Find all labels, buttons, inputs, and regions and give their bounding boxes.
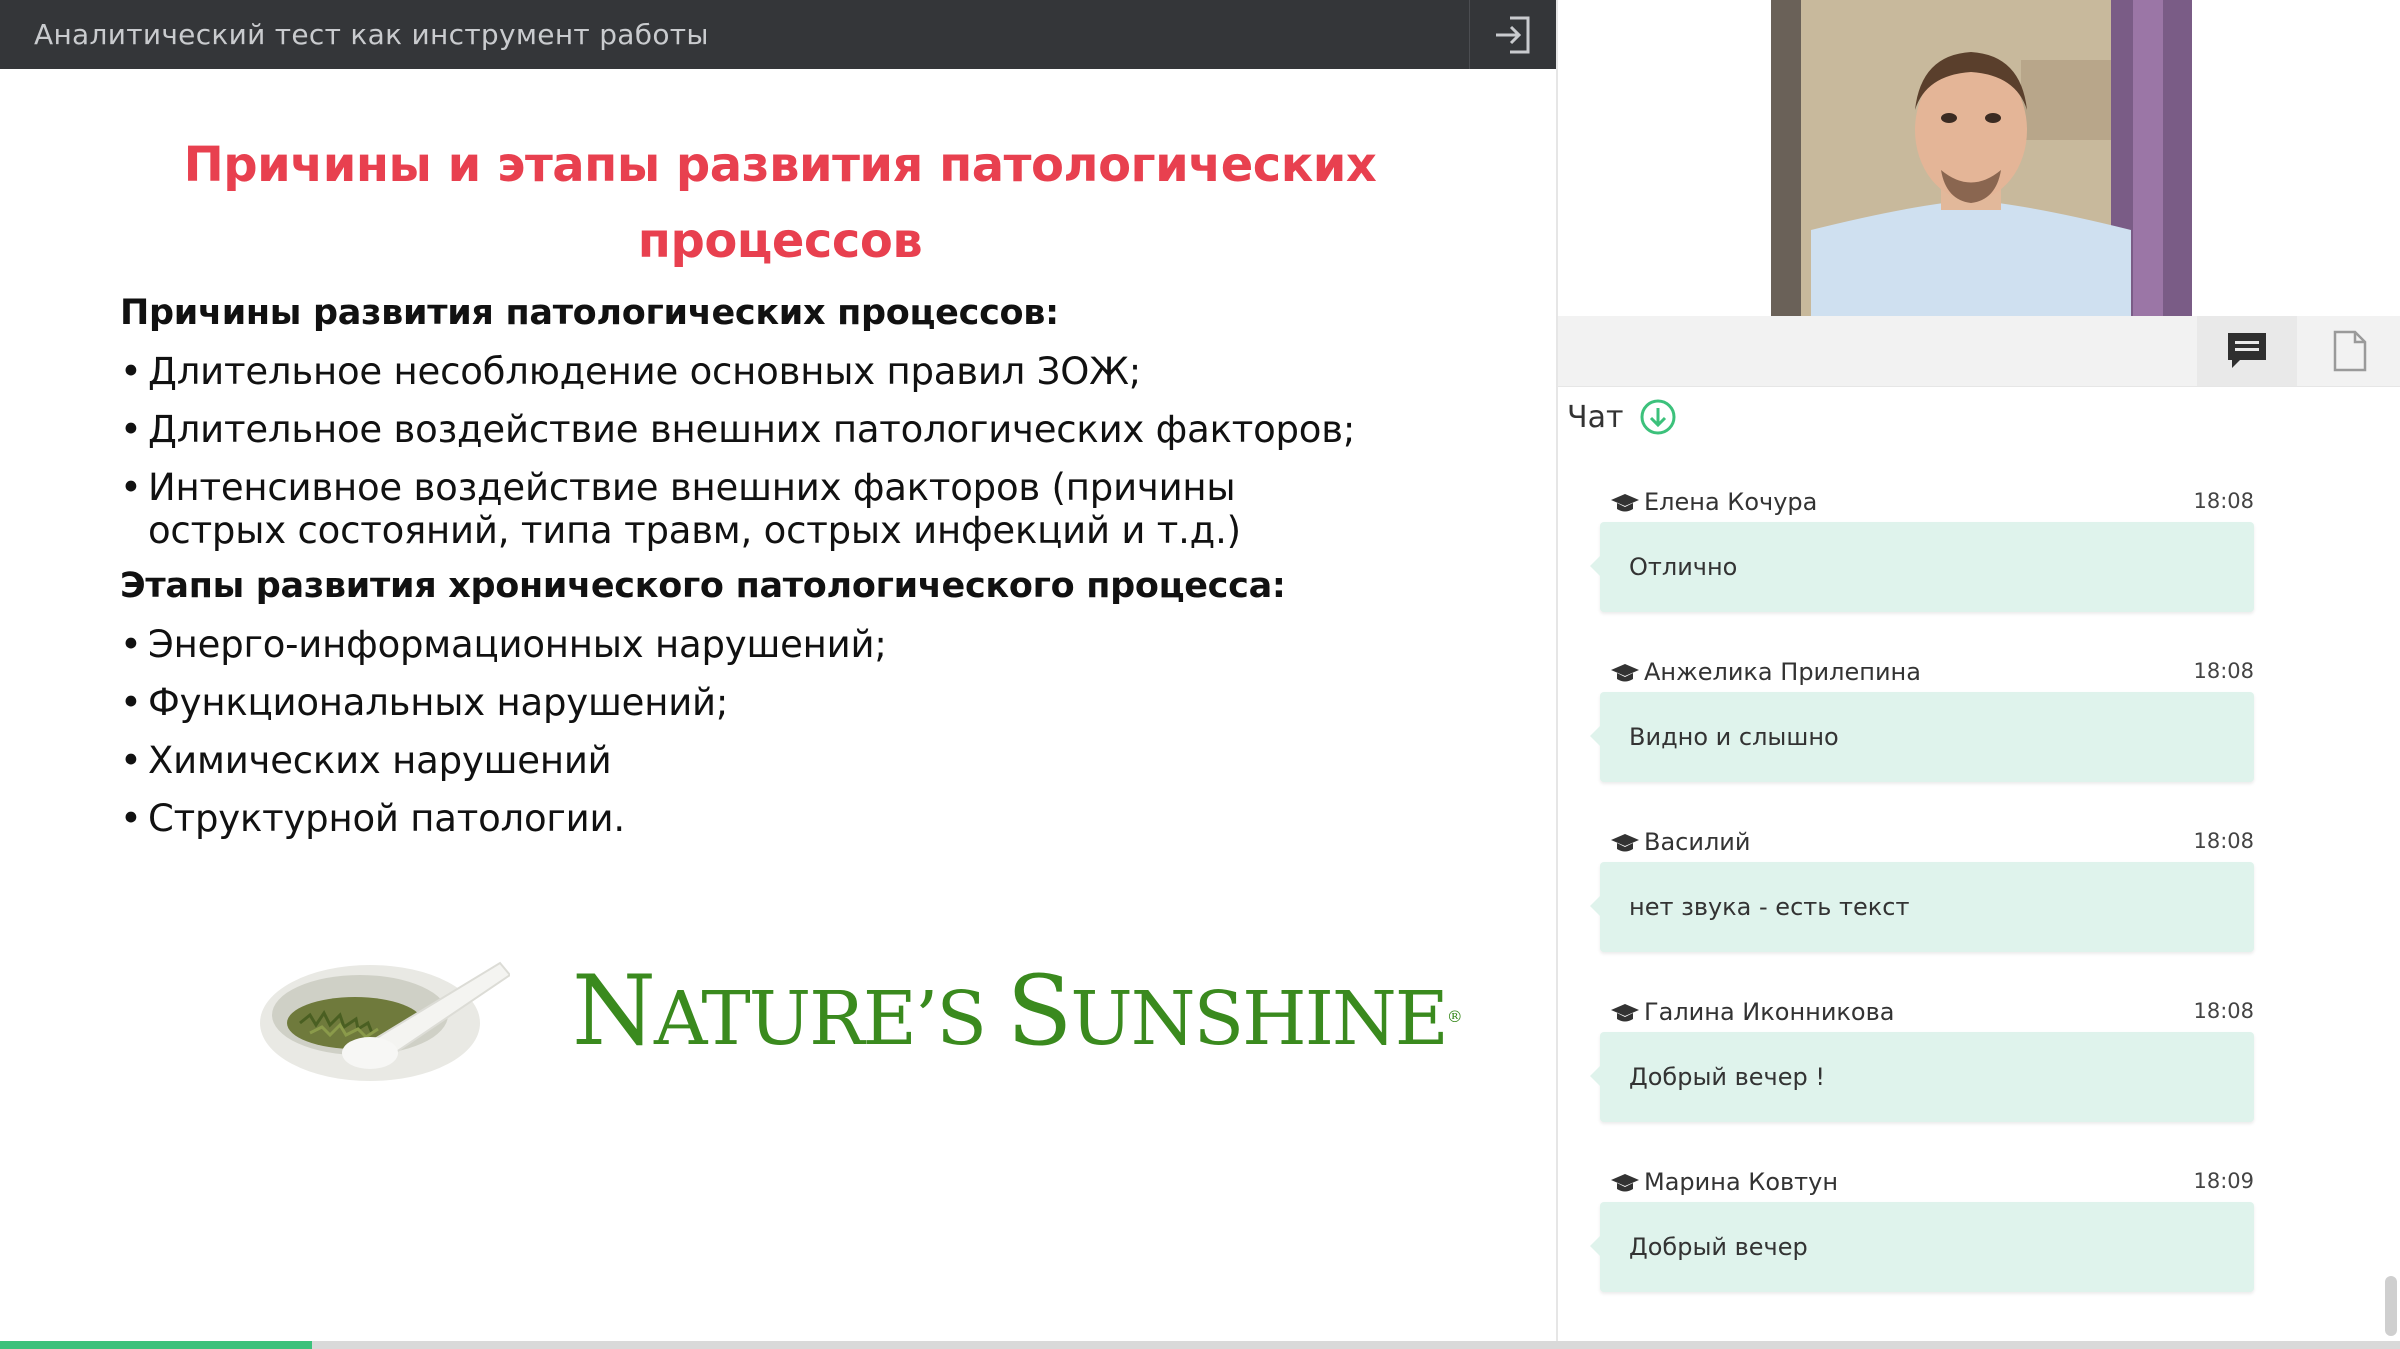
side-panel-tabs — [1558, 316, 2400, 387]
exit-button[interactable] — [1469, 0, 1556, 69]
list-item: Химических нарушений — [120, 739, 1460, 782]
slide-heading-stages: Этапы развития хронического патологическ… — [120, 566, 1286, 606]
chat-message-header: Елена Кочура 18:08 — [1600, 484, 2254, 522]
chat-header: Чат — [1567, 398, 1677, 436]
chat-bubble: Отлично — [1590, 522, 2254, 612]
slide-heading-causes: Причины развития патологических процессо… — [120, 293, 1059, 333]
progress-fill — [0, 1341, 312, 1349]
webinar-title: Аналитический тест как инструмент работы — [34, 18, 709, 51]
graduation-cap-icon — [1611, 664, 1639, 682]
chat-bubble: Добрый вечер ! — [1590, 1032, 2254, 1122]
graduation-cap-icon — [1611, 494, 1639, 512]
slide-body: Причины развития патологических процессо… — [120, 291, 1460, 840]
chat-text: Видно и слышно — [1629, 723, 1839, 751]
chat-text: Отлично — [1629, 553, 1738, 581]
natures-sunshine-logo: NATURE’S SUNSHINE® — [572, 961, 1463, 1069]
chat-text: Добрый вечер ! — [1629, 1063, 1825, 1091]
chat-author: Елена Кочура — [1644, 488, 1818, 516]
chat-message: Анжелика Прилепина 18:08 Видно и слышно — [1590, 654, 2254, 782]
chat-bubble: Добрый вечер — [1590, 1202, 2254, 1292]
exit-icon — [1496, 16, 1530, 53]
graduation-cap-icon — [1611, 1174, 1639, 1192]
chat-bubble: нет звука - есть текст — [1590, 862, 2254, 952]
chat-time: 18:08 — [2193, 829, 2254, 853]
chat-message-list[interactable]: Елена Кочура 18:08 Отлично Анжелика Прил… — [1590, 484, 2254, 1334]
chat-time: 18:08 — [2193, 659, 2254, 683]
document-icon — [2333, 330, 2367, 372]
chat-message: Елена Кочура 18:08 Отлично — [1590, 484, 2254, 612]
mortar-pestle-image — [260, 961, 510, 1081]
registered-mark: ® — [1446, 1007, 1463, 1026]
slide-title: Причины и этапы развития патологических … — [183, 137, 1377, 269]
arrow-down-circle-icon[interactable] — [1639, 398, 1677, 436]
chat-time: 18:09 — [2193, 1169, 2254, 1193]
chat-bubble: Видно и слышно — [1590, 692, 2254, 782]
webinar-topbar: Аналитический тест как инструмент работы — [0, 0, 1556, 69]
list-item: Длительное воздействие внешних патологич… — [120, 408, 1460, 451]
chat-author: Галина Иконникова — [1644, 998, 1895, 1026]
chat-message-header: Василий 18:08 — [1600, 824, 2254, 862]
chat-time: 18:08 — [2193, 489, 2254, 513]
tab-documents[interactable] — [2300, 316, 2400, 386]
chat-text: Добрый вечер — [1629, 1233, 1808, 1261]
chat-icon — [2228, 333, 2266, 368]
list-item: Функциональных нарушений; — [120, 681, 1460, 724]
presentation-slide: Причины и этапы развития патологических … — [0, 69, 1556, 1341]
presenter-video[interactable] — [1771, 0, 2192, 316]
chat-author: Анжелика Прилепина — [1644, 658, 1921, 686]
tab-chat[interactable] — [2197, 316, 2297, 386]
presenter-video-frame — [1771, 0, 2192, 316]
chat-message-header: Анжелика Прилепина 18:08 — [1600, 654, 2254, 692]
chat-message: Галина Иконникова 18:08 Добрый вечер ! — [1590, 994, 2254, 1122]
chat-message-header: Марина Ковтун 18:09 — [1600, 1164, 2254, 1202]
chat-author: Марина Ковтун — [1644, 1168, 1839, 1196]
presentation-progress-bar — [0, 1341, 2400, 1349]
chat-title: Чат — [1567, 399, 1624, 435]
stages-list: Энерго-информационных нарушений; Функцио… — [120, 623, 1460, 840]
chat-author: Василий — [1644, 828, 1751, 856]
list-item: Энерго-информационных нарушений; — [120, 623, 1460, 666]
list-item: Структурной патологии. — [120, 797, 1460, 840]
chat-message: Василий 18:08 нет звука - есть текст — [1590, 824, 2254, 952]
causes-list: Длительное несоблюдение основных правил … — [120, 350, 1460, 552]
graduation-cap-icon — [1611, 834, 1639, 852]
chat-text: нет звука - есть текст — [1629, 893, 1910, 921]
list-item: Интенсивное воздействие внешних факторов… — [120, 466, 1368, 552]
chat-message-header: Галина Иконникова 18:08 — [1600, 994, 2254, 1032]
list-item: Длительное несоблюдение основных правил … — [120, 350, 1460, 393]
logo-text: NATURE’S SUNSHINE — [572, 955, 1449, 1067]
chat-scrollbar[interactable] — [2385, 1276, 2397, 1336]
chat-time: 18:08 — [2193, 999, 2254, 1023]
graduation-cap-icon — [1611, 1004, 1639, 1022]
chat-message: Марина Ковтун 18:09 Добрый вечер — [1590, 1164, 2254, 1292]
